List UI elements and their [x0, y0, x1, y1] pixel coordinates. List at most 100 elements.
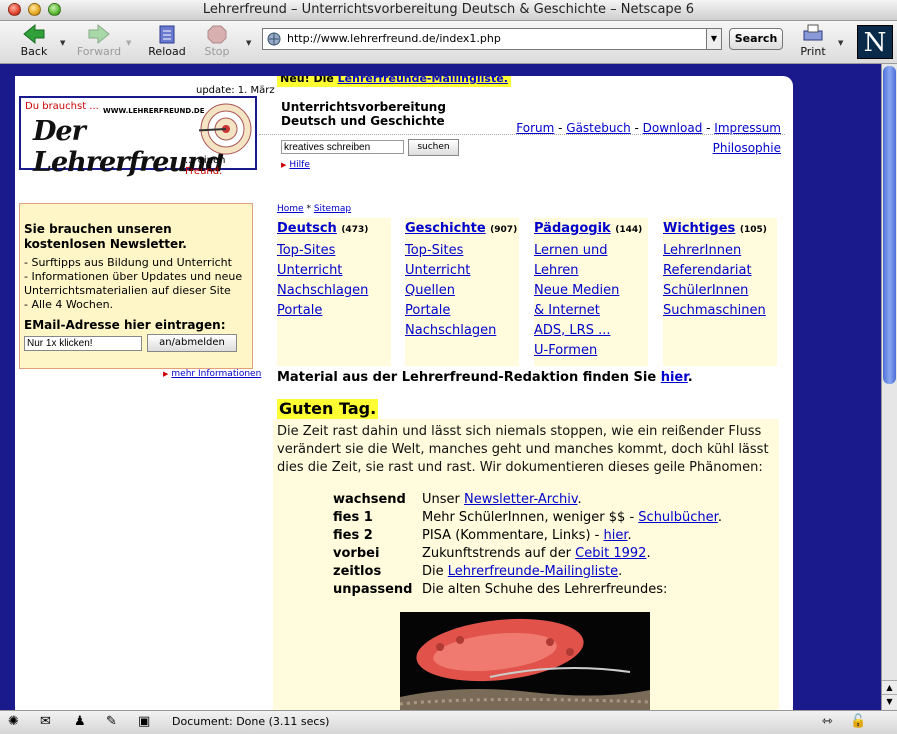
nav-philosophie-link[interactable]: Philosophie [713, 141, 781, 155]
category-item-link[interactable]: Portale [405, 301, 519, 321]
more-info-link-wrap: ▶ mehr Informationen [163, 369, 261, 379]
netscape-throbber-logo[interactable]: N [857, 25, 893, 59]
fact-text: Die [422, 564, 448, 579]
category-deutsch-link[interactable]: Deutsch [277, 221, 337, 236]
newsletter-point-2: - Informationen über Updates und neue Un… [24, 270, 243, 297]
nav-separator: - [554, 121, 567, 135]
stop-button[interactable]: Stop [192, 23, 242, 61]
category-item-link[interactable]: Portale [277, 301, 391, 321]
category-item-link[interactable]: Lehren [534, 261, 648, 281]
nav-gaestebuch-link[interactable]: Gästebuch [566, 121, 630, 135]
printer-icon [803, 24, 823, 41]
fact-row: unpassend Die alten Schuhe des Lehrerfreu… [333, 581, 722, 599]
category-paedagogik-link[interactable]: Pädagogik [534, 221, 611, 236]
scroll-down-arrow-icon[interactable]: ▼ [882, 694, 897, 709]
mailinglist-link[interactable]: Lehrerfreunde-Mailingliste. [338, 76, 508, 85]
category-item-link[interactable]: Top-Sites [405, 241, 519, 261]
forward-button[interactable]: Forward [74, 23, 124, 61]
fact-link[interactable]: Cebit 1992 [575, 546, 646, 561]
fact-text: Unser [422, 492, 465, 507]
category-deutsch: Deutsch (473) Top-Sites Unterricht Nachs… [277, 218, 391, 366]
address-bar[interactable]: ▼ [262, 28, 722, 50]
category-count: (907) [490, 225, 518, 235]
category-geschichte-link[interactable]: Geschichte [405, 221, 486, 236]
category-header: Geschichte (907) [405, 218, 519, 241]
reload-label: Reload [148, 45, 186, 58]
vertical-scrollbar[interactable]: ▲ ▼ [881, 64, 897, 710]
back-arrow-icon [23, 23, 45, 45]
scrollbar-thumb[interactable] [883, 66, 896, 384]
category-item-link[interactable]: Unterricht [277, 261, 391, 281]
reload-button[interactable]: Reload [142, 23, 192, 61]
fact-link[interactable]: Lehrerfreunde-Mailingliste [448, 564, 618, 579]
fact-key: zeitlos [333, 564, 382, 579]
nav-download-link[interactable]: Download [643, 121, 703, 135]
fact-text: Die alten Schuhe des Lehrerfreundes: [422, 582, 668, 597]
subtitle-line-1: Unterrichtsvorbereitung [281, 100, 446, 114]
print-button[interactable]: Print [788, 23, 838, 61]
fact-link[interactable]: Newsletter-Archiv [464, 492, 577, 507]
category-count: (105) [739, 225, 767, 235]
site-search-button[interactable]: suchen [408, 139, 459, 156]
fact-end: . [646, 546, 651, 561]
fact-link[interactable]: hier [603, 528, 627, 543]
print-chevron-icon[interactable]: ▼ [838, 39, 843, 47]
category-item-link[interactable]: U-Formen [534, 341, 648, 361]
instant-messenger-icon[interactable]: ♟ [74, 714, 86, 729]
address-book-icon[interactable]: ▣ [138, 714, 150, 729]
back-history-chevron-icon[interactable]: ▼ [60, 39, 65, 47]
search-button[interactable]: Search [729, 28, 783, 50]
url-input[interactable] [287, 32, 697, 45]
back-button[interactable]: Back [9, 23, 59, 61]
composer-icon[interactable]: ✎ [106, 714, 117, 729]
fact-key: vorbei [333, 546, 380, 561]
navigator-icon[interactable]: ✺ [8, 714, 19, 729]
forward-history-chevron-icon[interactable]: ▼ [126, 39, 131, 47]
newsletter-point-1: - Surftipps aus Bildung und Unterricht [24, 256, 232, 269]
category-item-link[interactable]: Referendariat [663, 261, 777, 281]
breadcrumb-home-link[interactable]: Home [277, 204, 304, 214]
subscribe-button[interactable]: an/abmelden [147, 334, 237, 352]
logo-bottom-word: Freund. [185, 166, 223, 177]
category-item-link[interactable]: Unterricht [405, 261, 519, 281]
category-item-link[interactable]: ADS, LRS ... [534, 321, 648, 341]
category-wichtiges-link[interactable]: Wichtiges [663, 221, 735, 236]
help-link[interactable]: Hilfe [289, 160, 309, 170]
category-count: (473) [341, 225, 369, 235]
scroll-up-arrow-icon[interactable]: ▲ [882, 680, 897, 695]
category-item-link[interactable]: Quellen [405, 281, 519, 301]
stop-chevron-icon[interactable]: ▼ [246, 39, 251, 47]
logo-tagline-top: Du brauchst ... [25, 101, 99, 112]
email-label: EMail-Adresse hier eintragen: [24, 318, 226, 332]
fact-end: . [577, 492, 582, 507]
category-item-link[interactable]: Nachschlagen [277, 281, 391, 301]
category-item-link[interactable]: Suchmaschinen [663, 301, 777, 321]
logo-url: WWW.LEHRERFREUND.DE [103, 107, 205, 115]
mail-icon[interactable]: ✉ [40, 714, 51, 729]
lehrerfreund-logo[interactable]: Du brauchst ... WWW.LEHRERFREUND.DE Der … [19, 96, 257, 178]
material-here-link[interactable]: hier [661, 370, 688, 385]
category-item-link[interactable]: Lernen und [534, 241, 648, 261]
forward-arrow-icon [88, 23, 110, 45]
category-item-link[interactable]: Neue Medien [534, 281, 648, 301]
newsletter-email-input[interactable] [24, 336, 142, 351]
category-item-link[interactable]: & Internet [534, 301, 648, 321]
category-item-link[interactable]: Top-Sites [277, 241, 391, 261]
category-item-link[interactable]: Nachschlagen [405, 321, 519, 341]
category-item-link[interactable]: LehrerInnen [663, 241, 777, 261]
category-wichtiges: Wichtiges (105) LehrerInnen Referendaria… [663, 218, 777, 366]
nav-impressum-link[interactable]: Impressum [714, 121, 781, 135]
security-lock-icon[interactable]: 🔓 [850, 714, 866, 729]
online-status-icon[interactable]: ⇿ [822, 714, 833, 729]
breadcrumb-sitemap-link[interactable]: Sitemap [314, 204, 351, 214]
nav-separator: - [702, 121, 715, 135]
promo-banner: Neu! Die Lehrerfreunde-Mailingliste. [277, 76, 511, 87]
fact-link[interactable]: Schulbücher [638, 510, 718, 525]
fact-row: fies 1 Mehr SchülerInnen, weniger $$ - Sc… [333, 509, 722, 527]
nav-forum-link[interactable]: Forum [516, 121, 554, 135]
more-info-link[interactable]: mehr Informationen [171, 369, 261, 379]
url-history-dropdown-icon[interactable]: ▼ [706, 29, 721, 49]
site-search-input[interactable] [281, 140, 404, 154]
newsletter-box: Sie brauchen unseren kostenlosen Newslet… [19, 203, 253, 369]
category-item-link[interactable]: SchülerInnen [663, 281, 777, 301]
